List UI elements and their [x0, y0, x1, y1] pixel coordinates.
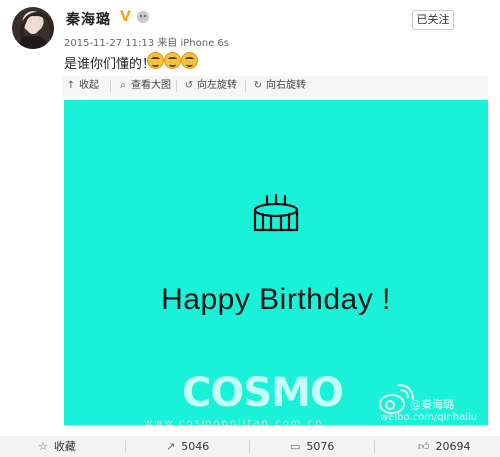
avatar-face — [26, 16, 40, 34]
follow-status-button[interactable]: 已关注 — [412, 10, 454, 30]
collapse-button[interactable]: ↑ 收起 — [66, 76, 99, 96]
comment-icon: ▭ — [290, 440, 301, 453]
birthday-cake-icon — [253, 193, 299, 232]
favorite-button[interactable]: ☆ 收藏 — [38, 436, 76, 457]
view-large-button[interactable]: ⌕ 查看大图 — [118, 76, 171, 96]
post-actions-bar: ☆ 收藏 ↗ 5046 ▭ 5076 👍︎ 20694 — [0, 436, 500, 457]
post-text: 是谁你们懂的！ — [64, 57, 156, 72]
like-count: 20694 — [435, 440, 471, 453]
comment-button[interactable]: ▭ 5076 — [290, 436, 334, 457]
actions-divider — [249, 440, 250, 453]
view-large-label: 查看大图 — [131, 80, 171, 91]
smirk-emoji-icon — [181, 52, 198, 69]
collapse-arrow-icon: ↑ — [66, 80, 76, 91]
toolbar-divider — [245, 80, 246, 92]
image-toolbar: ↑ 收起 ⌕ 查看大图 ↺ 向左旋转 ↻ 向右旋转 — [62, 76, 488, 96]
toolbar-divider — [176, 80, 177, 92]
rotate-right-icon: ↻ — [253, 80, 263, 91]
rotate-left-label: 向左旋转 — [197, 80, 237, 91]
repost-icon: ↗ — [166, 440, 176, 453]
thumbs-up-icon: 👍︎ — [418, 440, 430, 453]
toolbar-divider — [110, 80, 111, 92]
rotate-right-button[interactable]: ↻ 向右旋转 — [253, 76, 306, 96]
post-image[interactable]: Happy Birthday ! COSMO @秦海璐 weibo.com/qi… — [64, 100, 488, 425]
magnifier-icon: ⌕ — [120, 80, 126, 91]
repost-count: 5046 — [181, 440, 210, 453]
post-timestamp[interactable]: 2015-11-27 11:13 — [64, 38, 154, 49]
cosmo-watermark: COSMO — [182, 370, 344, 416]
comment-count: 5076 — [306, 440, 335, 453]
avatar-body — [20, 36, 46, 49]
smirk-emoji-icon — [164, 52, 181, 69]
weibo-watermark-url: weibo.com/qinhailu — [380, 412, 478, 423]
star-icon: ☆ — [38, 440, 48, 453]
smirk-emoji-icon — [147, 52, 164, 69]
favorite-label: 收藏 — [53, 440, 76, 453]
collapse-label: 收起 — [79, 80, 99, 91]
repost-button[interactable]: ↗ 5046 — [166, 436, 209, 457]
rotate-left-icon: ↺ — [184, 80, 194, 91]
member-face-icon — [137, 11, 149, 23]
post-meta: 2015-11-27 11:13 来自 iPhone 6s — [64, 34, 229, 49]
author-name[interactable]: 秦海璐 — [66, 9, 111, 29]
rotate-right-label: 向右旋转 — [266, 80, 306, 91]
weibo-watermark-user: @秦海璐 — [410, 398, 454, 411]
actions-divider — [125, 440, 126, 453]
verified-v-icon: V — [120, 9, 131, 25]
cosmo-url-watermark: www.cosmopolitan.com.cn — [144, 418, 324, 429]
like-button[interactable]: 👍︎ 20694 — [418, 436, 471, 457]
user-avatar[interactable] — [12, 7, 54, 49]
post-source: 来自 iPhone 6s — [157, 38, 229, 49]
actions-divider — [374, 440, 375, 453]
rotate-left-button[interactable]: ↺ 向左旋转 — [184, 76, 237, 96]
happy-birthday-text: Happy Birthday ! — [161, 283, 391, 316]
